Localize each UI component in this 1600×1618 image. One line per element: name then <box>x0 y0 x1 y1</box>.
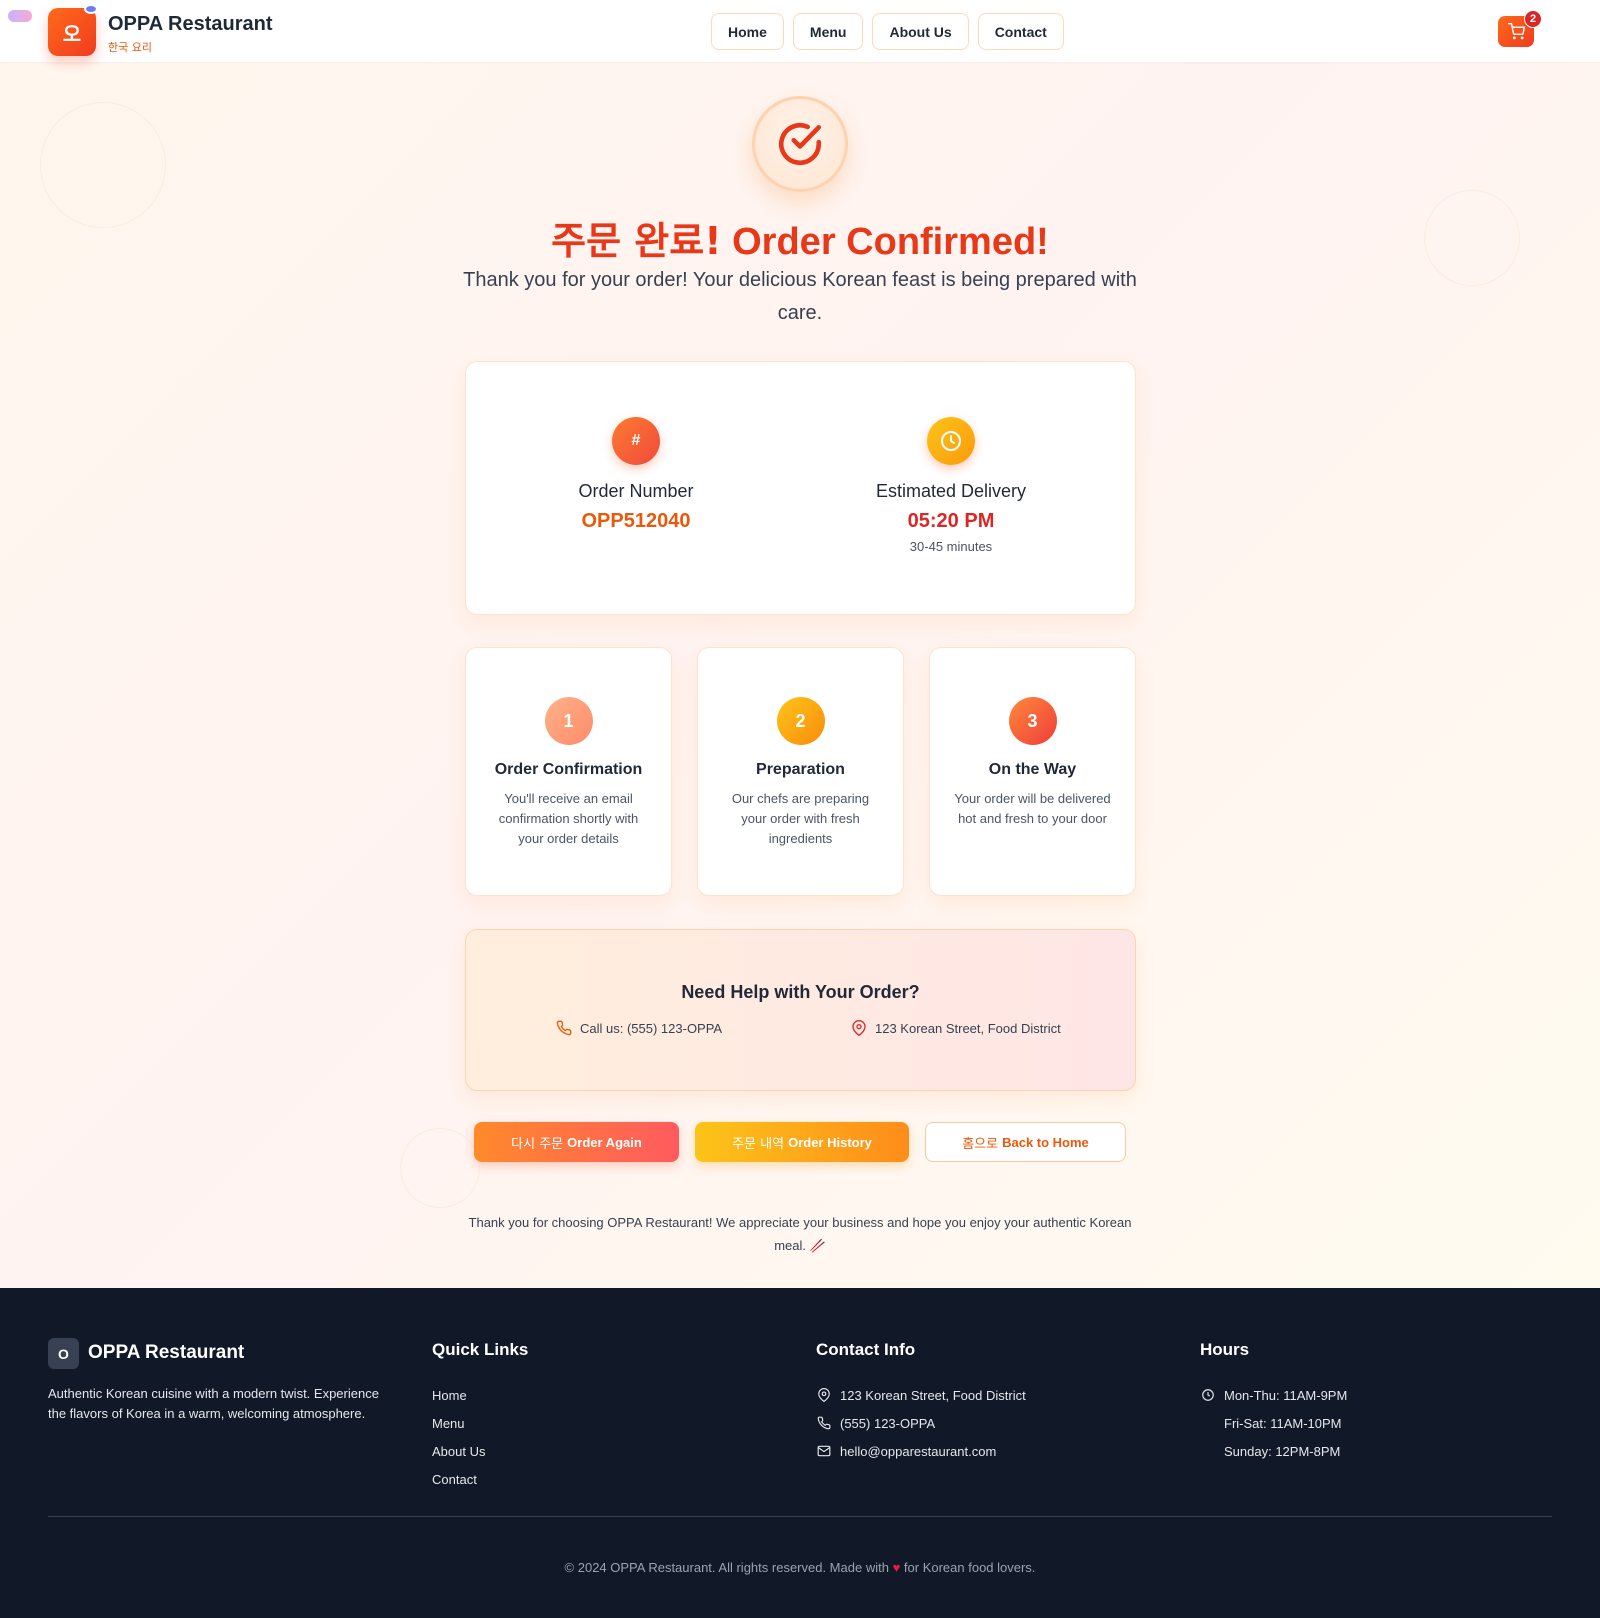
success-badge <box>752 96 848 192</box>
step-description: Your order will be delivered hot and fre… <box>954 791 1111 826</box>
quick-links-heading: Quick Links <box>432 1340 529 1359</box>
footer-link-home[interactable]: Home <box>432 1381 485 1409</box>
page-subtitle: Thank you for your order! Your delicious… <box>463 269 1137 324</box>
nav-contact-button[interactable]: Contact <box>977 13 1064 50</box>
clock-icon <box>927 417 975 465</box>
phone-icon <box>556 1020 572 1036</box>
order-number-value: OPP512040 <box>581 510 691 532</box>
contact-info-list: 123 Korean Street, Food District (555) 1… <box>816 1381 1026 1465</box>
thank-you-message: Thank you for choosing OPPA Restaurant! … <box>468 1215 1132 1253</box>
quick-links-list: Home Menu About Us Contact <box>432 1381 485 1493</box>
order-number-label: Order Number <box>578 481 694 501</box>
step-card: 2 Preparation Our chefs are preparing yo… <box>697 647 904 896</box>
brand-subtitle: 한국 요리 <box>108 41 152 54</box>
order-history-korean: 주문 내역 <box>732 1136 785 1152</box>
hours-heading: Hours <box>1200 1340 1250 1359</box>
nav-menu-button[interactable]: Menu <box>792 13 864 50</box>
step-description: Our chefs are preparing your order with … <box>731 791 870 846</box>
order-history-label: Order History <box>788 1134 872 1150</box>
help-address-text: 123 Korean Street, Food District <box>875 1020 1061 1036</box>
main-nav: Home Menu About Us Contact <box>711 13 1064 50</box>
step-number-badge: 1 <box>544 697 593 745</box>
help-card: Need Help with Your Order? Call us: (555… <box>465 929 1136 1091</box>
hash-icon: # <box>612 417 660 465</box>
copyright-text-end: for Korean food lovers. <box>903 1560 1036 1575</box>
site-footer: O OPPA Restaurant Authentic Korean cuisi… <box>0 1288 1600 1618</box>
order-again-label: Order Again <box>567 1134 642 1150</box>
nav-home-button[interactable]: Home <box>711 13 784 50</box>
hours-text: Mon-Thu: 11AM-9PM <box>1224 1387 1348 1403</box>
heart-icon: ♥ <box>892 1560 901 1575</box>
back-home-button[interactable]: 홈으로 Back to Home <box>925 1122 1126 1162</box>
step-card: 3 On the Way Your order will be delivere… <box>929 647 1136 896</box>
footer-description: Authentic Korean cuisine with a modern t… <box>48 1386 379 1421</box>
hours-row: Mon-Thu: 11AM-9PM <box>1200 1381 1347 1409</box>
title-english: Order Confirmed! <box>732 221 1049 263</box>
hours-text: Sunday: 12PM-8PM <box>1224 1443 1341 1459</box>
step-description: You'll receive an email confirmation sho… <box>498 791 639 846</box>
hours-text: Fri-Sat: 11AM-10PM <box>1224 1415 1342 1431</box>
order-history-button[interactable]: 주문 내역 Order History <box>695 1122 909 1162</box>
step-title: Preparation <box>756 761 845 778</box>
step-title: On the Way <box>988 761 1077 778</box>
step-title: Order Confirmation <box>494 761 643 778</box>
title-korean: 주문 완료! <box>551 219 722 263</box>
delivery-time: 05:20 PM <box>907 510 995 532</box>
hours-row: Fri-Sat: 11AM-10PM <box>1200 1409 1347 1437</box>
brand-name[interactable]: OPPA Restaurant <box>108 13 272 36</box>
mail-icon <box>816 1443 832 1459</box>
cart-icon <box>1507 23 1525 40</box>
help-address: 123 Korean Street, Food District <box>851 1020 1061 1036</box>
step-number-badge: 3 <box>1008 697 1057 745</box>
clock-icon <box>1200 1387 1216 1403</box>
copyright: © 2024 OPPA Restaurant. All rights reser… <box>0 1560 1600 1575</box>
check-circle-icon <box>779 122 822 166</box>
order-info-card: # Order Number OPP512040 Estimated Deliv… <box>465 361 1136 615</box>
footer-brand: OPPA Restaurant <box>88 1342 245 1363</box>
logo-icon[interactable]: 오 <box>48 8 96 56</box>
step-number-badge: 2 <box>776 697 825 745</box>
map-pin-icon <box>816 1387 832 1403</box>
phone-icon <box>816 1415 832 1431</box>
footer-address-text: 123 Korean Street, Food District <box>840 1387 1026 1403</box>
help-phone-text: Call us: (555) 123-OPPA <box>580 1020 723 1036</box>
footer-logo-icon: O <box>48 1338 79 1369</box>
site-header: 오 OPPA Restaurant 한국 요리 Home Menu About … <box>0 0 1600 62</box>
step-card: 1 Order Confirmation You'll receive an e… <box>465 647 672 896</box>
back-home-label: Back to Home <box>1002 1134 1089 1150</box>
hours-row: Sunday: 12PM-8PM <box>1200 1437 1347 1465</box>
footer-address: 123 Korean Street, Food District <box>816 1381 1026 1409</box>
page-title: 주문 완료! Order Confirmed! <box>0 210 1600 265</box>
footer-phone-text: (555) 123-OPPA <box>840 1415 936 1431</box>
nav-about-button[interactable]: About Us <box>872 13 969 50</box>
map-pin-icon <box>852 1020 866 1036</box>
hours-list: Mon-Thu: 11AM-9PM Fri-Sat: 11AM-10PM Sun… <box>1200 1381 1347 1465</box>
background-circle <box>400 1128 480 1208</box>
back-home-korean: 홈으로 <box>962 1136 999 1152</box>
order-again-korean: 다시 주문 <box>511 1136 564 1152</box>
contact-info-heading: Contact Info <box>816 1340 916 1359</box>
confirmation-main: 주문 완료! Order Confirmed! Thank you for yo… <box>0 62 1600 1288</box>
estimated-delivery-block: Estimated Delivery 05:20 PM 30-45 minute… <box>801 417 1101 554</box>
order-number-block: # Order Number OPP512040 <box>486 417 786 533</box>
help-phone[interactable]: Call us: (555) 123-OPPA <box>556 1020 722 1036</box>
order-again-button[interactable]: 다시 주문 Order Again <box>474 1122 679 1162</box>
footer-link-about[interactable]: About Us <box>432 1437 485 1465</box>
corner-decoration <box>8 10 32 22</box>
footer-phone[interactable]: (555) 123-OPPA <box>816 1409 1026 1437</box>
copyright-text: © 2024 OPPA Restaurant. All rights reser… <box>564 1560 889 1575</box>
logo-badge-dot <box>84 4 98 14</box>
delivery-note: 30-45 minutes <box>909 539 993 554</box>
footer-email[interactable]: hello@opparestaurant.com <box>816 1437 1026 1465</box>
help-title: Need Help with Your Order? <box>681 982 920 1002</box>
delivery-label: Estimated Delivery <box>875 481 1027 501</box>
footer-link-menu[interactable]: Menu <box>432 1409 485 1437</box>
footer-email-text: hello@opparestaurant.com <box>840 1443 997 1459</box>
footer-divider <box>48 1516 1552 1517</box>
footer-link-contact[interactable]: Contact <box>432 1465 485 1493</box>
cart-count-badge: 2 <box>1524 10 1542 28</box>
